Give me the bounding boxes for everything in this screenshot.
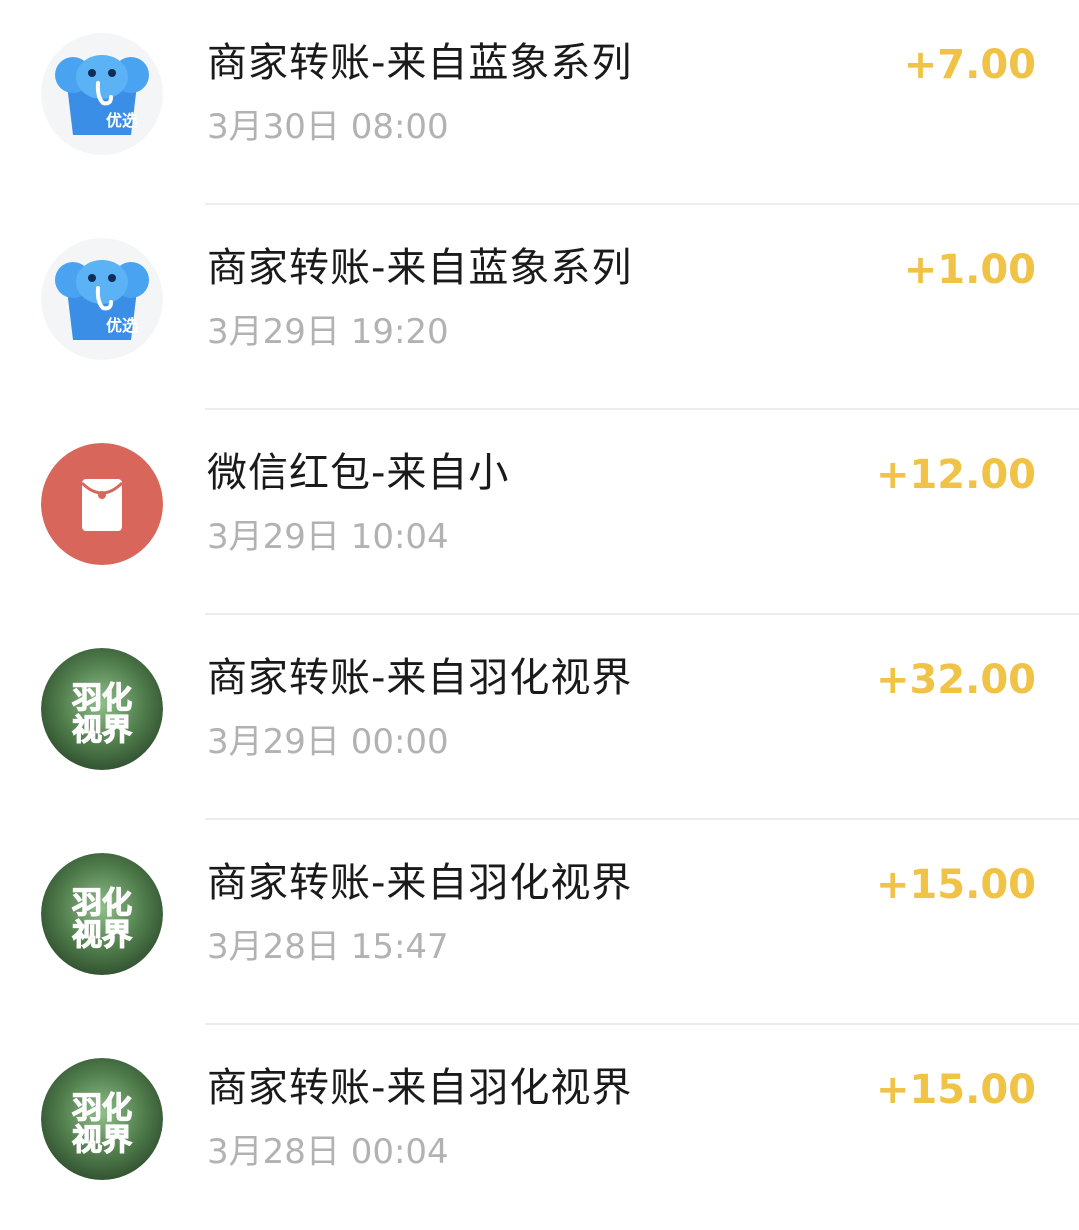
badge-line2: 视界: [72, 713, 132, 748]
transaction-amount: +32.00: [875, 657, 1036, 703]
transaction-title: 商家转账-来自羽化视界: [207, 860, 633, 906]
transaction-amount: +12.00: [875, 452, 1036, 498]
transaction-title: 商家转账-来自羽化视界: [207, 1065, 633, 1111]
transaction-row[interactable]: 羽化 视界 商家转账-来自羽化视界 3月29日 00:00 +32.00: [0, 615, 1079, 820]
elephant-shop-icon: 优选: [41, 238, 163, 360]
transaction-time: 3月29日 10:04: [207, 517, 449, 557]
red-packet-icon: [41, 443, 163, 565]
transaction-row[interactable]: 优选 商家转账-来自蓝象系列 3月30日 08:00 +7.00: [0, 0, 1079, 205]
yuhua-avatar-icon: 羽化 视界: [41, 1058, 163, 1180]
transaction-title: 商家转账-来自蓝象系列: [207, 245, 633, 291]
transaction-amount: +1.00: [903, 247, 1036, 293]
badge-line1: 羽化: [72, 681, 132, 716]
badge-label: 优选: [106, 111, 138, 130]
transaction-title: 商家转账-来自羽化视界: [207, 655, 633, 701]
badge-line2: 视界: [72, 1123, 132, 1158]
transaction-time: 3月28日 15:47: [207, 927, 449, 967]
elephant-shop-icon: 优选: [41, 33, 163, 155]
yuhua-avatar-icon: 羽化 视界: [41, 853, 163, 975]
transaction-time: 3月30日 08:00: [207, 107, 449, 147]
badge-label: 优选: [106, 316, 138, 335]
transaction-amount: +15.00: [875, 862, 1036, 908]
transaction-time: 3月29日 19:20: [207, 312, 449, 352]
yuhua-avatar-icon: 羽化 视界: [41, 648, 163, 770]
transaction-time: 3月28日 00:04: [207, 1132, 449, 1172]
transaction-amount: +7.00: [903, 42, 1036, 88]
badge-line2: 视界: [72, 918, 132, 953]
badge-line1: 羽化: [72, 886, 132, 921]
transaction-time: 3月29日 00:00: [207, 722, 449, 762]
transaction-row[interactable]: 优选 商家转账-来自蓝象系列 3月29日 19:20 +1.00: [0, 205, 1079, 410]
transaction-amount: +15.00: [875, 1067, 1036, 1113]
transaction-title: 微信红包-来自小: [207, 450, 510, 496]
transaction-row[interactable]: 羽化 视界 商家转账-来自羽化视界 3月28日 00:04 +15.00: [0, 1025, 1079, 1230]
transaction-row[interactable]: 羽化 视界 商家转账-来自羽化视界 3月28日 15:47 +15.00: [0, 820, 1079, 1025]
badge-line1: 羽化: [72, 1091, 132, 1126]
transaction-list: 优选 商家转账-来自蓝象系列 3月30日 08:00 +7.00 优选 商家转账…: [0, 0, 1079, 1218]
transaction-row[interactable]: 微信红包-来自小 3月29日 10:04 +12.00: [0, 410, 1079, 615]
transaction-title: 商家转账-来自蓝象系列: [207, 40, 633, 86]
